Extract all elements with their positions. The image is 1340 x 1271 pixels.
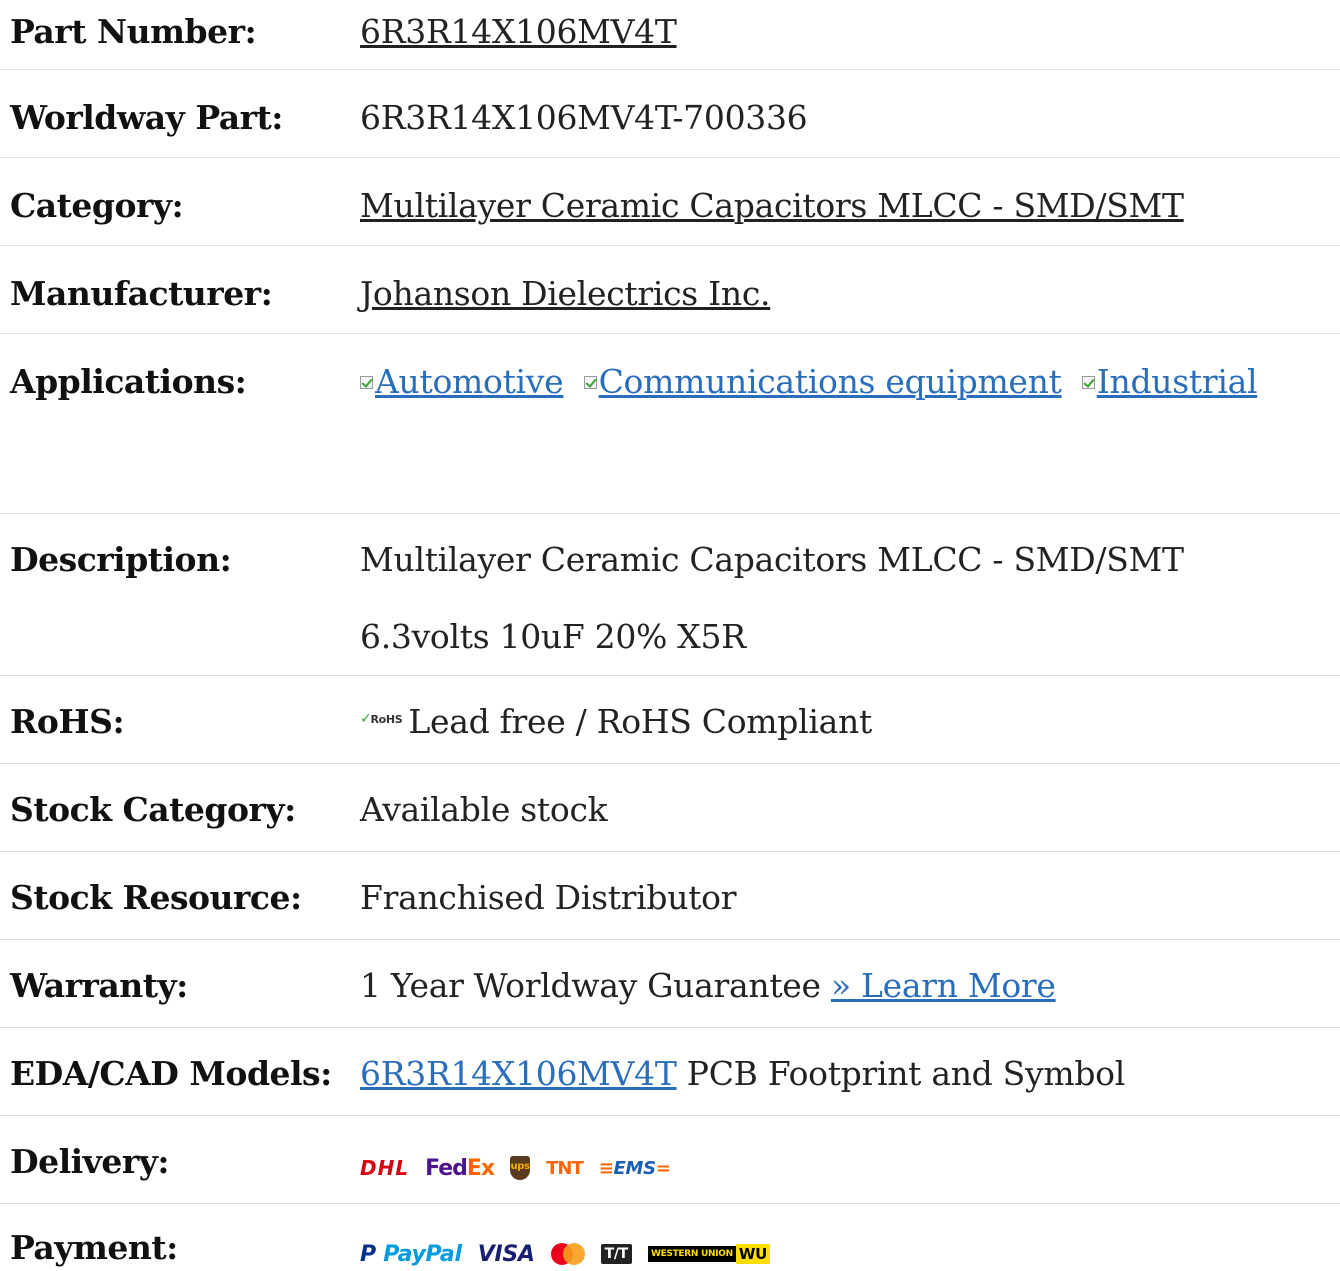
mastercard-logo (550, 1243, 585, 1265)
description-line-1: Multilayer Ceramic Capacitors MLCC - SMD… (360, 540, 1184, 579)
rohs-label: RoHS: (10, 702, 125, 741)
eda-cad-label: EDA/CAD Models: (10, 1054, 332, 1093)
row-manufacturer: Manufacturer: Johanson Dielectrics Inc. (0, 246, 1340, 334)
delivery-logos: DHL FedEx ups TNT ≡EMS= (360, 1146, 1340, 1185)
description-label: Description: (10, 540, 232, 579)
row-applications: Applications: Automotive Communications … (0, 334, 1340, 514)
fedex-logo: FedEx (425, 1155, 495, 1181)
visa-logo: VISA (477, 1241, 535, 1267)
learn-more-link[interactable]: » Learn More (831, 966, 1056, 1005)
eda-cad-part-link[interactable]: 6R3R14X106MV4T (360, 1054, 677, 1093)
eda-cad-value-group: 6R3R14X106MV4T PCB Footprint and Symbol (360, 1054, 1340, 1093)
row-description: Description: Multilayer Ceramic Capacito… (0, 514, 1340, 676)
applications-list: Automotive Communications equipment Indu… (360, 362, 1340, 401)
rohs-value: Lead free / RoHS Compliant (408, 702, 872, 741)
checkbox-icon (1081, 376, 1095, 389)
payment-logos: P PayPal VISA T/T WESTERN UNION WU (360, 1232, 1340, 1271)
applications-label: Applications: (10, 362, 247, 401)
warranty-value: 1 Year Worldway Guarantee (360, 966, 821, 1005)
payment-label: Payment: (10, 1228, 178, 1267)
application-industrial-link[interactable]: Industrial (1097, 362, 1258, 401)
rohs-value-group: ✓RoHS Lead free / RoHS Compliant (360, 702, 1340, 741)
ems-logo: ≡EMS= (598, 1157, 671, 1179)
row-eda-cad: EDA/CAD Models: 6R3R14X106MV4T PCB Footp… (0, 1028, 1340, 1116)
tt-logo: T/T (600, 1244, 632, 1264)
row-stock-category: Stock Category: Available stock (0, 764, 1340, 852)
tnt-logo: TNT (546, 1157, 584, 1179)
row-category: Category: Multilayer Ceramic Capacitors … (0, 158, 1340, 246)
worldway-part-value: 6R3R14X106MV4T-700336 (360, 98, 808, 137)
manufacturer-label: Manufacturer: (10, 274, 273, 313)
ups-logo: ups (510, 1156, 531, 1180)
row-warranty: Warranty: 1 Year Worldway Guarantee » Le… (0, 940, 1340, 1028)
manufacturer-link[interactable]: Johanson Dielectrics Inc. (360, 274, 771, 313)
row-rohs: RoHS: ✓RoHS Lead free / RoHS Compliant (0, 676, 1340, 764)
row-payment: Payment: P PayPal VISA T/T WESTERN UNION… (0, 1204, 1340, 1267)
row-stock-resource: Stock Resource: Franchised Distributor (0, 852, 1340, 940)
western-union-logo: WESTERN UNION WU (647, 1244, 770, 1264)
category-link[interactable]: Multilayer Ceramic Capacitors MLCC - SMD… (360, 186, 1184, 225)
rohs-icon: ✓RoHS (360, 711, 403, 727)
application-communications-link[interactable]: Communications equipment (599, 362, 1062, 401)
worldway-part-label: Worldway Part: (10, 98, 283, 137)
part-number-link[interactable]: 6R3R14X106MV4T (360, 12, 677, 51)
stock-resource-value: Franchised Distributor (360, 878, 737, 917)
stock-category-value: Available stock (360, 790, 608, 829)
eda-cad-value: PCB Footprint and Symbol (686, 1054, 1125, 1093)
dhl-logo: DHL (360, 1156, 410, 1180)
application-automotive-link[interactable]: Automotive (375, 362, 564, 401)
stock-category-label: Stock Category: (10, 790, 296, 829)
category-label: Category: (10, 186, 184, 225)
row-worldway-part: Worldway Part: 6R3R14X106MV4T-700336 (0, 70, 1340, 158)
row-part-number: Part Number: 6R3R14X106MV4T (0, 0, 1340, 70)
description-line-2: 6.3volts 10uF 20% X5R (360, 617, 746, 656)
delivery-label: Delivery: (10, 1142, 170, 1181)
checkbox-icon (583, 376, 597, 389)
paypal-logo: P PayPal (360, 1241, 462, 1267)
part-number-label: Part Number: (10, 12, 257, 51)
warranty-value-group: 1 Year Worldway Guarantee » Learn More (360, 966, 1340, 1005)
row-delivery: Delivery: DHL FedEx ups TNT ≡EMS= (0, 1116, 1340, 1204)
checkbox-icon (360, 376, 373, 389)
stock-resource-label: Stock Resource: (10, 878, 302, 917)
warranty-label: Warranty: (10, 966, 188, 1005)
